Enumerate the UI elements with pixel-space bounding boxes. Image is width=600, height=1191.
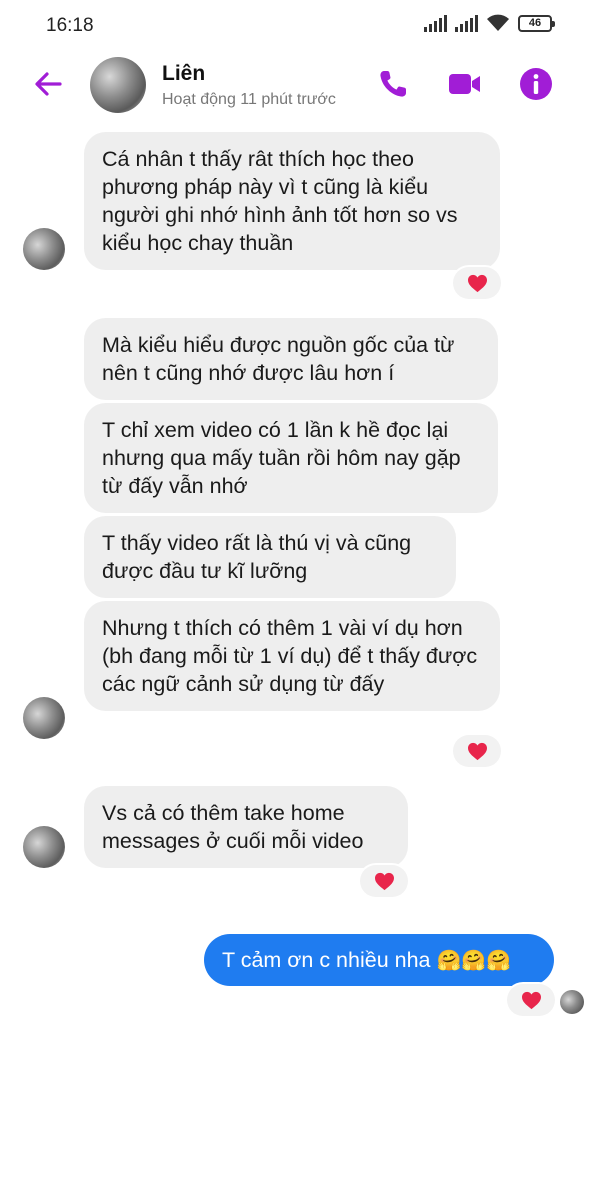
video-camera-icon[interactable] — [447, 66, 483, 102]
signal-icon — [424, 14, 447, 32]
heart-icon — [374, 872, 394, 890]
sender-avatar[interactable] — [23, 826, 65, 868]
status-time: 16:18 — [46, 15, 94, 36]
heart-reaction[interactable] — [453, 735, 501, 767]
incoming-message[interactable]: Vs cả có thêm take home messages ở cuối … — [84, 786, 408, 868]
outgoing-message[interactable]: T cảm ơn c nhiều nha 🤗🤗🤗 — [204, 934, 554, 986]
back-arrow-icon[interactable] — [30, 66, 66, 102]
heart-icon — [467, 742, 487, 760]
battery-icon: 46 — [518, 14, 555, 32]
message-text: T cảm ơn c nhiều nha — [222, 948, 431, 972]
hug-emoji: 🤗🤗🤗 — [436, 948, 512, 972]
message-text: Cá nhân t thấy rât thích học theo phương… — [102, 147, 458, 255]
conversation-header: Liên Hoạt động 11 phút trước — [0, 50, 600, 120]
heart-reaction[interactable] — [453, 267, 501, 299]
sender-avatar[interactable] — [23, 697, 65, 739]
message-text: Mà kiểu hiểu được nguồn gốc của từ nên t… — [102, 333, 455, 385]
contact-name[interactable]: Liên — [162, 62, 205, 86]
incoming-message[interactable]: Mà kiểu hiểu được nguồn gốc của từ nên t… — [84, 318, 498, 400]
sender-avatar[interactable] — [23, 228, 65, 270]
seen-avatar — [560, 990, 584, 1014]
message-text: Vs cả có thêm take home messages ở cuối … — [102, 801, 364, 853]
incoming-message[interactable]: Cá nhân t thấy rât thích học theo phương… — [84, 132, 500, 270]
heart-reaction[interactable] — [360, 865, 408, 897]
heart-reaction[interactable] — [507, 984, 555, 1016]
active-status: Hoạt động 11 phút trước — [162, 91, 336, 108]
incoming-message[interactable]: Nhưng t thích có thêm 1 vài ví dụ hơn (b… — [84, 601, 500, 711]
info-icon[interactable] — [518, 66, 554, 102]
battery-level: 46 — [528, 16, 542, 29]
wifi-icon — [487, 14, 509, 31]
message-text: Nhưng t thích có thêm 1 vài ví dụ hơn (b… — [102, 616, 478, 696]
message-text: T thấy video rất là thú vị và cũng được … — [102, 531, 412, 583]
incoming-message[interactable]: T thấy video rất là thú vị và cũng được … — [84, 516, 456, 598]
message-text: T chỉ xem video có 1 lần k hề đọc lại nh… — [102, 418, 461, 498]
phone-icon[interactable] — [375, 66, 411, 102]
incoming-message[interactable]: T chỉ xem video có 1 lần k hề đọc lại nh… — [84, 403, 498, 513]
heart-icon — [467, 274, 487, 292]
status-bar: 16:18 46 — [0, 0, 600, 50]
heart-icon — [521, 991, 541, 1009]
message-list[interactable]: Cá nhân t thấy rât thích học theo phương… — [0, 120, 600, 1191]
contact-avatar[interactable] — [90, 57, 146, 113]
status-icons: 46 — [424, 14, 555, 32]
signal-icon — [455, 14, 478, 32]
